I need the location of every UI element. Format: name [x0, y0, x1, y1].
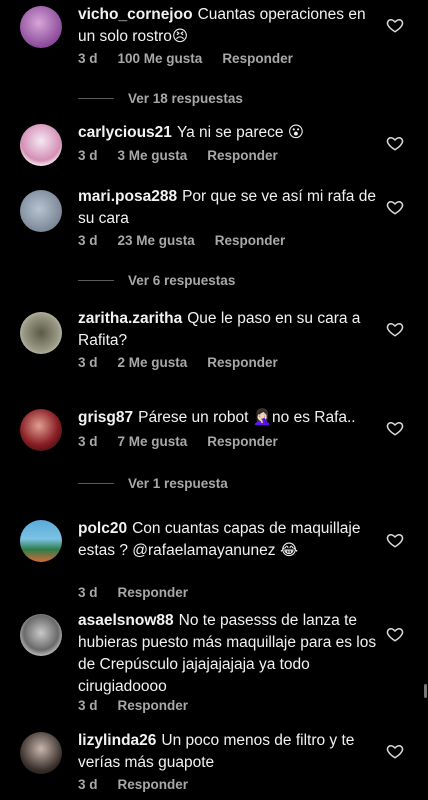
- scrollbar[interactable]: [424, 684, 427, 698]
- reply-button[interactable]: Responder: [118, 585, 189, 600]
- heart-icon[interactable]: [386, 320, 404, 338]
- avatar[interactable]: [20, 409, 62, 451]
- view-replies-button[interactable]: Ver 1 respuesta: [78, 476, 228, 491]
- view-replies-button[interactable]: Ver 6 respuestas: [78, 273, 235, 288]
- username[interactable]: vicho_cornejoo: [78, 6, 193, 23]
- username[interactable]: zaritha.zaritha: [78, 310, 182, 327]
- like-count[interactable]: 23 Me gusta: [118, 233, 195, 248]
- view-replies-button[interactable]: Ver 18 respuestas: [78, 91, 243, 106]
- username[interactable]: polc20: [78, 520, 127, 537]
- comment-time: 3 d: [78, 777, 98, 792]
- like-count[interactable]: 7 Me gusta: [118, 434, 188, 449]
- reply-button[interactable]: Responder: [118, 777, 189, 792]
- divider: [78, 280, 114, 281]
- avatar[interactable]: [20, 614, 62, 656]
- heart-icon[interactable]: [386, 419, 404, 437]
- avatar[interactable]: [20, 520, 62, 562]
- comment-time: 3 d: [78, 233, 98, 248]
- username[interactable]: mari.posa288: [78, 188, 177, 205]
- heart-icon[interactable]: [386, 742, 404, 760]
- divider: [78, 483, 114, 484]
- avatar[interactable]: [20, 124, 62, 166]
- username[interactable]: lizylinda26: [78, 732, 156, 749]
- username[interactable]: asaelsnow88: [78, 612, 174, 629]
- like-count[interactable]: 100 Me gusta: [118, 51, 203, 66]
- comment-text: Ya ni se parece 😮: [176, 124, 304, 141]
- reply-button[interactable]: Responder: [118, 698, 189, 713]
- username[interactable]: grisg87: [78, 409, 133, 426]
- reply-button[interactable]: Responder: [207, 148, 278, 163]
- heart-icon[interactable]: [386, 625, 404, 643]
- heart-icon[interactable]: [386, 531, 404, 549]
- avatar[interactable]: [20, 190, 62, 232]
- comment-time: 3 d: [78, 51, 98, 66]
- divider: [78, 98, 114, 99]
- comment-text: Párese un robot 🤦🏻‍♀️no es Rafa..: [138, 409, 356, 426]
- heart-icon[interactable]: [386, 16, 404, 34]
- comment-time: 3 d: [78, 585, 98, 600]
- reply-button[interactable]: Responder: [207, 355, 278, 370]
- comment-time: 3 d: [78, 434, 98, 449]
- like-count[interactable]: 3 Me gusta: [118, 148, 188, 163]
- avatar[interactable]: [20, 6, 62, 48]
- reply-button[interactable]: Responder: [207, 434, 278, 449]
- reply-button[interactable]: Responder: [215, 233, 286, 248]
- avatar[interactable]: [20, 312, 62, 354]
- heart-icon[interactable]: [386, 198, 404, 216]
- reply-button[interactable]: Responder: [222, 51, 293, 66]
- comment-time: 3 d: [78, 148, 98, 163]
- heart-icon[interactable]: [386, 134, 404, 152]
- comment-time: 3 d: [78, 355, 98, 370]
- username[interactable]: carlycious21: [78, 124, 172, 141]
- avatar[interactable]: [20, 732, 62, 774]
- like-count[interactable]: 2 Me gusta: [118, 355, 188, 370]
- comment-time: 3 d: [78, 698, 98, 713]
